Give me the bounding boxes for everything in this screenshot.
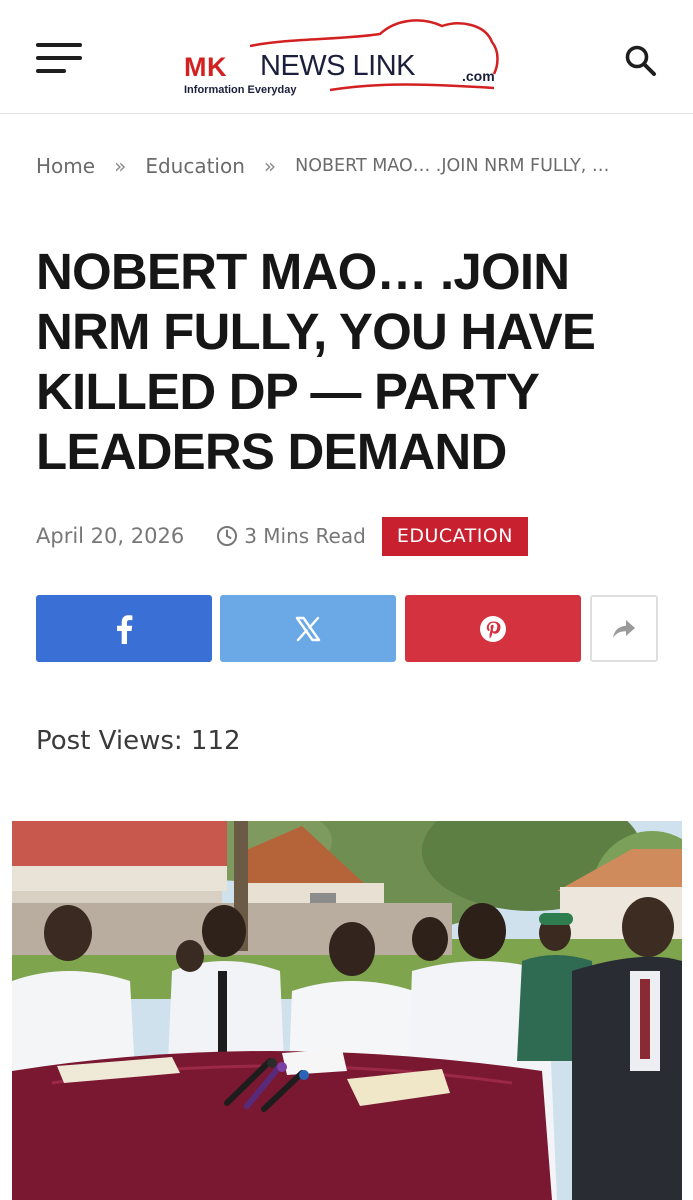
breadcrumb-separator: » <box>263 154 277 178</box>
clock-icon <box>217 526 238 546</box>
share-arrow-icon <box>613 619 635 638</box>
pinterest-icon <box>480 615 506 642</box>
breadcrumb-home-link[interactable]: Home <box>36 154 95 178</box>
share-facebook-button[interactable] <box>36 595 212 662</box>
article-date: April 20, 2026 <box>36 524 185 548</box>
featured-image[interactable] <box>12 821 682 1200</box>
read-time-label: 3 Mins Read <box>244 524 366 548</box>
article-title: NOBERT MAO… .JOIN NRM FULLY, YOU HAVE KI… <box>36 243 596 480</box>
post-views: Post Views: 112 <box>36 726 241 756</box>
site-logo[interactable]: MK NEWS LINK .com Information Everyday <box>180 18 515 100</box>
logo-brand-suffix: .com <box>462 68 495 84</box>
press-conference-photo <box>12 821 682 1200</box>
logo-tagline: Information Everyday <box>184 84 297 96</box>
read-time: 3 Mins Read <box>216 524 366 548</box>
hamburger-menu-icon[interactable] <box>36 43 82 75</box>
article-meta: April 20, 2026 3 Mins Read EDUCATION <box>36 516 529 556</box>
share-pinterest-button[interactable] <box>405 595 581 662</box>
share-x-button[interactable] <box>220 595 396 662</box>
share-more-button[interactable] <box>590 595 658 662</box>
logo-brand-main: NEWS LINK <box>260 50 416 82</box>
breadcrumb-category-link[interactable]: Education <box>145 154 245 178</box>
breadcrumb-separator: » <box>114 154 127 178</box>
x-twitter-icon <box>295 616 321 641</box>
facebook-icon <box>117 614 133 644</box>
site-header: MK NEWS LINK .com Information Everyday <box>0 0 693 114</box>
search-icon[interactable] <box>624 44 658 78</box>
logo-brand-prefix: MK <box>184 52 227 82</box>
category-badge[interactable]: EDUCATION <box>381 516 529 556</box>
breadcrumb: Home » Education » NOBERT MAO… .JOIN NRM… <box>36 151 666 181</box>
breadcrumb-current: NOBERT MAO… .JOIN NRM FULLY, … <box>295 156 610 176</box>
